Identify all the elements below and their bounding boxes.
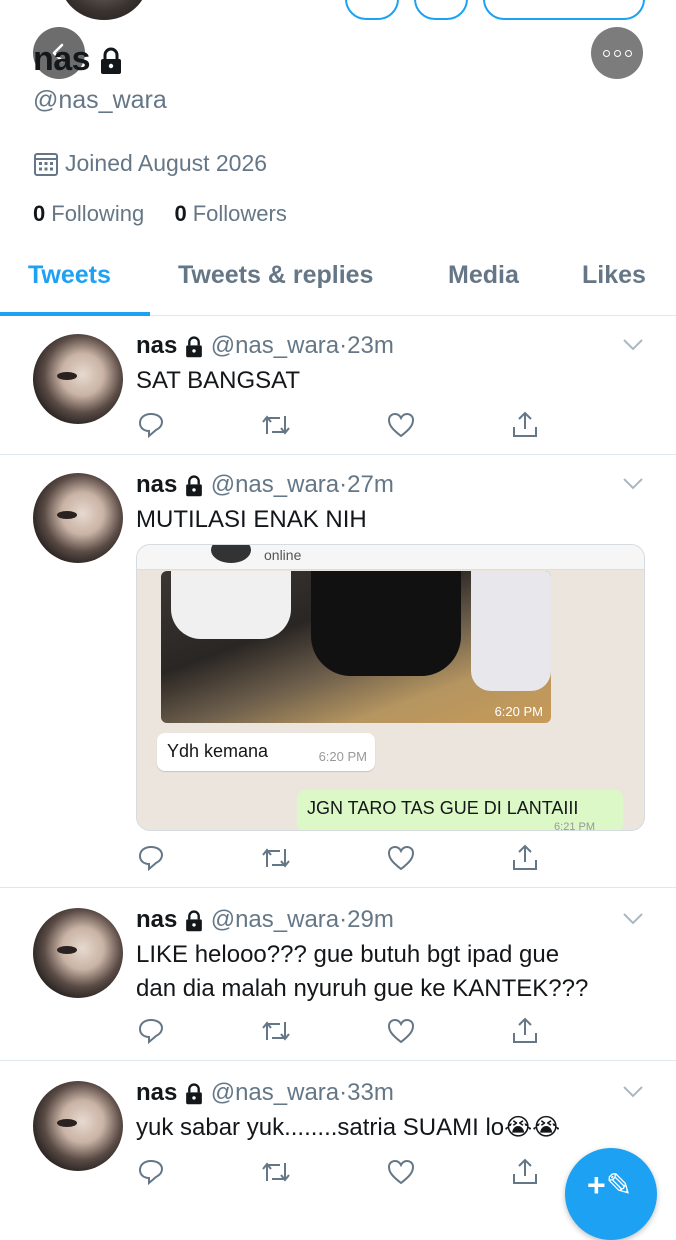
tweet-header: nas @nas_wara·23m xyxy=(136,332,394,359)
following-count: 0 xyxy=(33,201,46,226)
notify-button[interactable] xyxy=(414,0,468,20)
tweet-header: nas @nas_wara·29m xyxy=(136,906,394,933)
profile-handle: @nas_wara xyxy=(33,86,167,114)
chat-contact-avatar xyxy=(211,545,251,563)
tab-likes[interactable]: Likes xyxy=(582,261,646,290)
tweet-author-handle[interactable]: @nas_wara xyxy=(211,471,339,498)
compose-tweet-icon: +✎ xyxy=(587,1167,633,1203)
tweet-author-name[interactable]: nas xyxy=(136,1079,177,1106)
tweet-text-line: LIKE helooo??? gue butuh bgt ipad gue xyxy=(136,941,560,968)
lock-icon xyxy=(186,910,202,931)
tweet-media-image[interactable]: online 6:20 PM Ydh kemana 6:20 PM JGN TA… xyxy=(136,544,645,831)
tweet-avatar[interactable] xyxy=(33,1081,123,1171)
profile-tabs: Tweets Tweets & replies Media Likes xyxy=(0,255,676,316)
joined-date: Joined August 2026 xyxy=(33,150,267,177)
chevron-down-icon[interactable] xyxy=(622,912,644,926)
retweet-icon[interactable] xyxy=(260,1016,292,1051)
tweet-author-handle[interactable]: @nas_wara xyxy=(211,1079,339,1106)
chat-incoming-bubble: Ydh kemana 6:20 PM xyxy=(157,733,375,771)
chat-photo: 6:20 PM xyxy=(161,571,551,723)
tweet-header: nas @nas_wara·27m xyxy=(136,471,394,498)
followers-count: 0 xyxy=(174,201,187,226)
tweet-time[interactable]: 23m xyxy=(347,332,394,359)
tweet-author-handle[interactable]: @nas_wara xyxy=(211,906,339,933)
heart-icon[interactable] xyxy=(386,410,416,445)
tweet-text: LIKE helooo??? gue butuh bgt ipad gue da… xyxy=(136,938,656,1006)
tweet-actions xyxy=(136,843,556,873)
chat-outgoing-time: 6:21 PM xyxy=(554,821,595,831)
tweet-avatar[interactable] xyxy=(33,334,123,424)
chevron-down-icon[interactable] xyxy=(622,1085,644,1099)
lock-icon xyxy=(186,1083,202,1104)
chat-photo-time: 6:20 PM xyxy=(494,704,543,719)
tweet-header: nas @nas_wara·33m xyxy=(136,1079,394,1106)
chat-screenshot-header: online xyxy=(137,545,644,570)
lock-icon xyxy=(186,336,202,357)
chat-incoming-text: Ydh kemana xyxy=(167,741,269,761)
tweet-actions xyxy=(136,1157,556,1187)
tweet-author-handle[interactable]: @nas_wara xyxy=(211,332,339,359)
heart-icon[interactable] xyxy=(386,843,416,878)
profile-display-name: nas xyxy=(33,40,91,78)
tweet-actions xyxy=(136,1016,556,1046)
calendar-icon xyxy=(34,152,58,176)
retweet-icon[interactable] xyxy=(260,843,292,878)
tweet-avatar[interactable] xyxy=(33,473,123,563)
reply-icon[interactable] xyxy=(136,1157,166,1192)
tweet-author-name[interactable]: nas xyxy=(136,471,177,498)
chat-status: online xyxy=(264,547,302,563)
tweet-text-line: dan dia malah nyuruh gue ke KANTEK??? xyxy=(136,975,589,1002)
chat-outgoing-bubble: JGN TARO TAS GUE DI LANTAIII 6:21 PM xyxy=(297,790,623,831)
chevron-down-icon[interactable] xyxy=(622,338,644,352)
tab-media[interactable]: Media xyxy=(448,261,519,290)
message-button[interactable] xyxy=(345,0,399,20)
chevron-down-icon[interactable] xyxy=(622,477,644,491)
follow-stats: 0 Following 0 Followers xyxy=(33,201,287,227)
retweet-icon[interactable] xyxy=(260,410,292,445)
tweet[interactable]: nas @nas_wara·29m LIKE helooo??? gue but… xyxy=(0,888,676,1061)
reply-icon[interactable] xyxy=(136,843,166,878)
heart-icon[interactable] xyxy=(386,1157,416,1192)
joined-text: Joined August 2026 xyxy=(65,150,268,176)
share-icon[interactable] xyxy=(510,1157,540,1192)
tweet-time[interactable]: 33m xyxy=(347,1079,394,1106)
share-icon[interactable] xyxy=(510,843,540,878)
reply-icon[interactable] xyxy=(136,410,166,445)
tweet-actions xyxy=(136,410,556,440)
more-options-icon xyxy=(591,27,643,79)
more-options-button[interactable] xyxy=(591,27,643,79)
followers-label: Followers xyxy=(192,201,287,226)
tweet-time[interactable]: 27m xyxy=(347,471,394,498)
reply-icon[interactable] xyxy=(136,1016,166,1051)
tweet-author-name[interactable]: nas xyxy=(136,332,177,359)
following-label: Following xyxy=(51,201,145,226)
tweet[interactable]: nas @nas_wara·23m SAT BANGSAT xyxy=(0,316,676,455)
tweet-text: MUTILASI ENAK NIH xyxy=(136,506,367,533)
chat-incoming-time: 6:20 PM xyxy=(318,749,367,764)
follow-button[interactable] xyxy=(483,0,645,20)
tweet-text: yuk sabar yuk........satria SUAMI lo😭😭 xyxy=(136,1114,561,1141)
following-link[interactable]: 0 Following xyxy=(33,201,144,226)
tab-tweets-replies[interactable]: Tweets & replies xyxy=(178,261,373,290)
tweet[interactable]: nas @nas_wara·27m MUTILASI ENAK NIH onli… xyxy=(0,455,676,888)
followers-link[interactable]: 0 Followers xyxy=(174,201,286,226)
share-icon[interactable] xyxy=(510,410,540,445)
tab-tweets[interactable]: Tweets xyxy=(28,261,111,290)
profile-name: nas xyxy=(33,40,123,79)
profile-avatar[interactable] xyxy=(60,0,148,20)
tweet-time[interactable]: 29m xyxy=(347,906,394,933)
heart-icon[interactable] xyxy=(386,1016,416,1051)
chat-outgoing-text: JGN TARO TAS GUE DI LANTAIII xyxy=(307,798,579,818)
tweet-text: SAT BANGSAT xyxy=(136,367,301,394)
retweet-icon[interactable] xyxy=(260,1157,292,1192)
lock-icon xyxy=(101,47,122,75)
lock-icon xyxy=(186,475,202,496)
compose-tweet-button[interactable]: +✎ xyxy=(565,1148,657,1240)
share-icon[interactable] xyxy=(510,1016,540,1051)
tweet-avatar[interactable] xyxy=(33,908,123,998)
tweet-author-name[interactable]: nas xyxy=(136,906,177,933)
